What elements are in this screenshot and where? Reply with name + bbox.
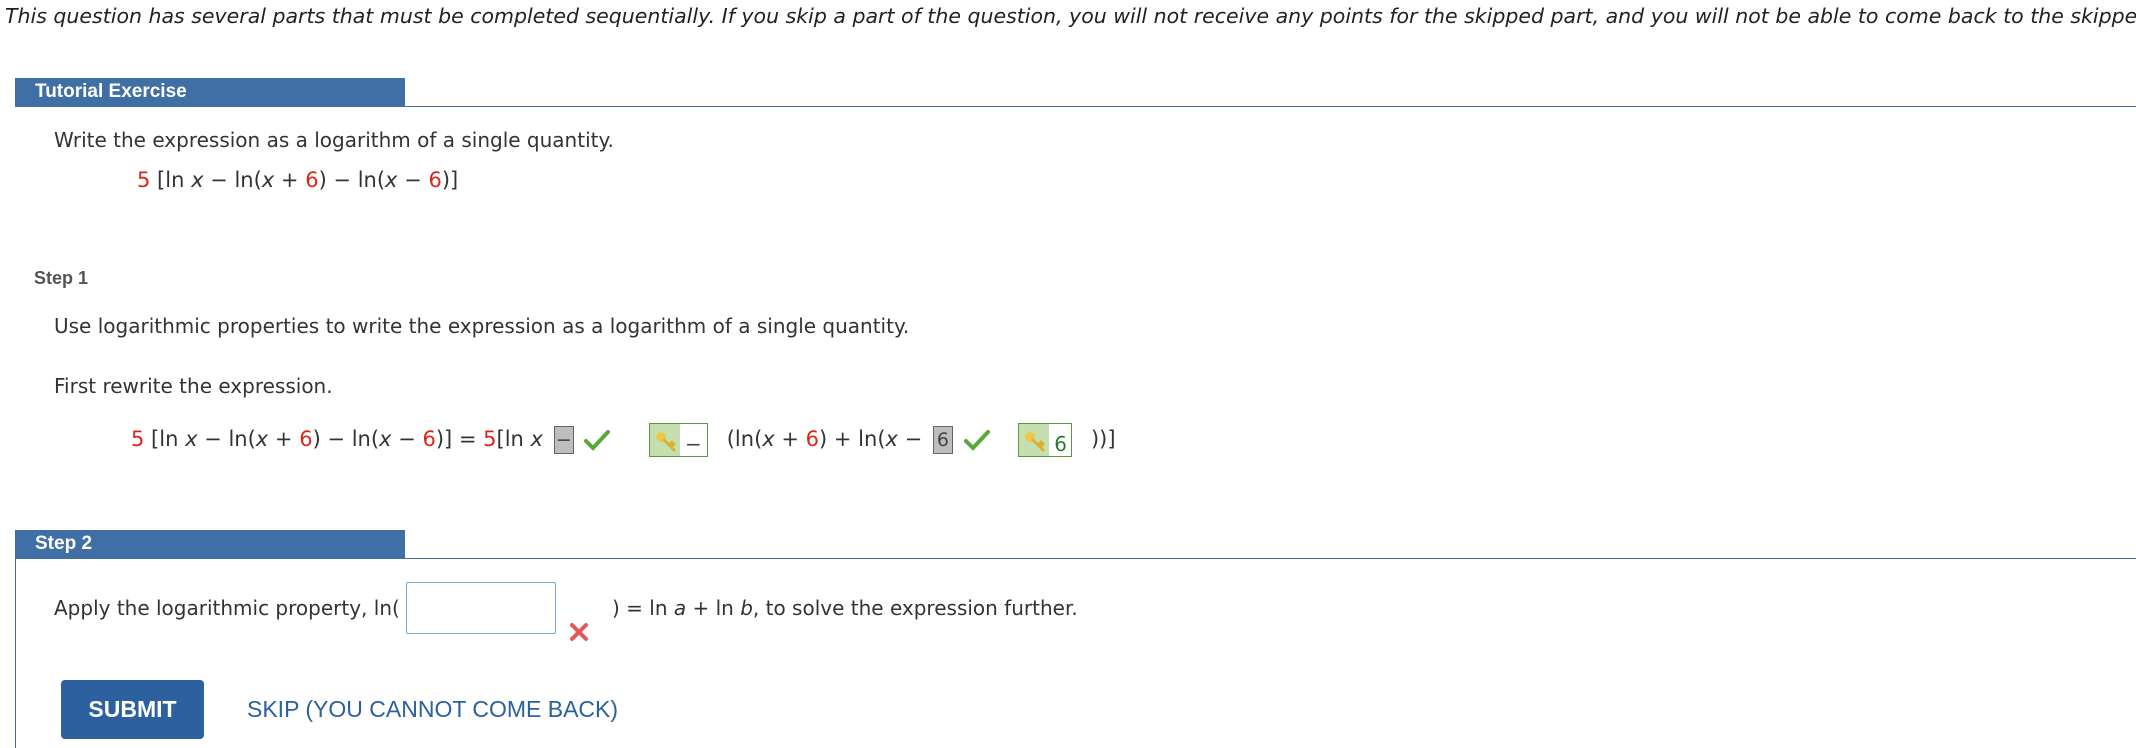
expr-part: + [774, 427, 806, 451]
expr-part: [ln [144, 427, 186, 451]
step2-divider [405, 558, 2136, 559]
expr-var: x [379, 427, 392, 451]
skip-link[interactable]: SKIP (YOU CANNOT COME BACK) [247, 696, 618, 723]
expr-coefficient: 5 [137, 168, 151, 192]
expr-var: x [255, 427, 269, 451]
step2-apply-text: Apply the logarithmic property, ln( [54, 596, 400, 620]
expr-part: ) − ln( [312, 427, 380, 451]
rhs-coefficient: 5 [483, 427, 497, 451]
expr-var: x [185, 427, 198, 451]
expr-number: 6 [305, 168, 319, 192]
expr-part: [ln [496, 427, 531, 451]
tutorial-header-label: Tutorial Exercise [35, 81, 187, 102]
expr-var: x [762, 427, 775, 451]
answer-box-1[interactable]: − [553, 426, 574, 454]
expr-part: [ln [150, 168, 192, 192]
check-icon [584, 430, 611, 451]
expr-var: x [530, 427, 543, 451]
step2-property-rest: ) = ln a + ln b, to solve the expression… [612, 596, 1078, 620]
expr-part: − [397, 168, 429, 192]
key-answer-1-value: − [685, 432, 702, 456]
key-answer-1: − [649, 423, 709, 457]
intro-text: This question has several parts that mus… [5, 4, 2136, 28]
expr-part: )] [435, 427, 453, 451]
expr-var: x [885, 427, 898, 451]
answer-box-2[interactable]: 6 [932, 426, 953, 454]
expr-part: ) − ln( [318, 168, 386, 192]
expr-number: 6 [428, 168, 442, 192]
tutorial-instruction: Write the expression as a logarithm of a… [54, 128, 614, 152]
step1-first-rewrite: First rewrite the expression. [54, 374, 333, 398]
step1-equation: 5 [ln x − ln(x + 6) − ln(x − 6)] = 5[ln … [131, 422, 1116, 457]
expr-part: + ln [686, 596, 741, 620]
expr-var: x [385, 168, 398, 192]
expr-number: 6 [299, 427, 313, 451]
expr-number: 6 [422, 427, 436, 451]
property-input[interactable] [406, 582, 556, 634]
step1-label: Step 1 [34, 268, 89, 288]
expr-part: + [268, 427, 300, 451]
expr-part: ))] [1090, 427, 1116, 451]
expr-var: x [261, 168, 275, 192]
key-answer-2: 6 [1018, 423, 1073, 457]
expr-part: ) + ln( [819, 427, 886, 451]
tutorial-expression: 5 [ln x − ln(x + 6) − ln(x − 6)] [137, 168, 458, 192]
expr-part: ) = ln [612, 596, 674, 620]
key-icon [1019, 424, 1050, 456]
expr-var: b [740, 596, 753, 620]
step2-header: Step 2 [15, 530, 405, 559]
expr-part: + [274, 168, 306, 192]
expr-var: x [191, 168, 204, 192]
expr-part: (ln( [726, 427, 763, 451]
step2-border [15, 557, 16, 748]
expr-part: )] [441, 168, 459, 192]
step1-instruction: Use logarithmic properties to write the … [54, 314, 910, 338]
submit-button[interactable]: SUBMIT [61, 680, 204, 739]
step2-header-label: Step 2 [35, 533, 93, 554]
key-icon [650, 424, 681, 456]
expr-part: − ln( [203, 168, 262, 192]
incorrect-x-icon [570, 623, 588, 641]
expr-number: 6 [805, 427, 820, 451]
expr-part: − ln( [197, 427, 256, 451]
expr-part: − [897, 427, 929, 451]
expr-var: a [673, 596, 687, 620]
equals-sign: = [452, 427, 484, 451]
expr-part: , to solve the expression further. [752, 596, 1078, 620]
check-icon [963, 430, 990, 451]
tutorial-header: Tutorial Exercise [15, 78, 405, 107]
tutorial-divider [405, 106, 2136, 107]
expr-coefficient: 5 [131, 427, 145, 451]
key-answer-2-value: 6 [1054, 432, 1068, 456]
expr-part: − [391, 427, 423, 451]
